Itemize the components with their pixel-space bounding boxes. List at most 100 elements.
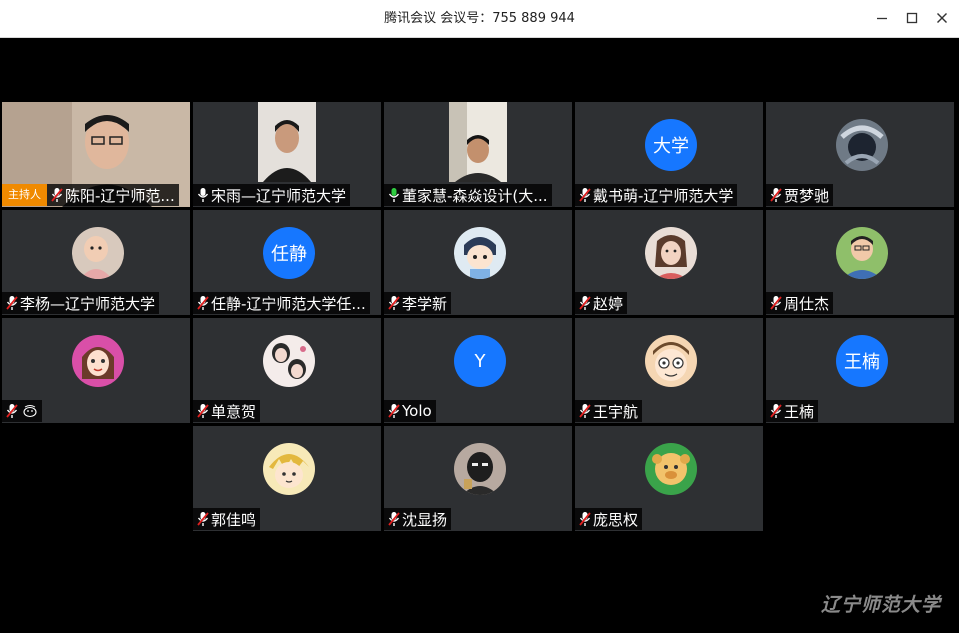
participant-tile[interactable]: 宋雨—辽宁师范大学	[193, 102, 381, 207]
avatar	[645, 335, 697, 387]
avatar: 任静	[263, 227, 315, 279]
participant-name: 郭佳鸣	[211, 510, 257, 529]
participant-name-bar: 王宇航	[575, 400, 643, 422]
maximize-icon[interactable]	[903, 9, 921, 27]
participant-name-bar	[2, 400, 42, 422]
participant-name: 李杨—辽宁师范大学	[20, 294, 156, 313]
mic-speaking-icon	[388, 188, 400, 202]
mic-muted-icon	[770, 296, 782, 310]
mic-muted-icon	[388, 512, 400, 526]
participant-tile[interactable]: 贾梦驰	[766, 102, 954, 207]
participant-tile[interactable]: 王宇航	[575, 318, 763, 423]
participant-name-bar: 庞思权	[575, 508, 643, 530]
participant-tile[interactable]: 沈显扬	[384, 426, 572, 531]
avatar	[263, 443, 315, 495]
video-gallery: 主持人 陈阳-辽宁师范... 宋雨—辽宁师范大学 董家慧-森焱设计(大... 大…	[2, 38, 957, 631]
participant-tile[interactable]: 王楠 王楠	[766, 318, 954, 423]
participant-tile[interactable]: 赵婷	[575, 210, 763, 315]
avatar-image	[263, 443, 315, 495]
participant-tile[interactable]: 郭佳鸣	[193, 426, 381, 531]
avatar-image	[645, 227, 697, 279]
host-badge: 主持人	[2, 184, 47, 206]
mic-muted-icon	[579, 404, 591, 418]
participant-name: 陈阳-辽宁师范...	[65, 186, 175, 205]
avatar	[645, 227, 697, 279]
participant-name: 戴书萌-辽宁师范大学	[593, 186, 734, 205]
mic-muted-icon	[770, 404, 782, 418]
participant-name: 庞思权	[593, 510, 639, 529]
participant-name-bar: 沈显扬	[384, 508, 452, 530]
participant-name: 单意贺	[211, 402, 257, 421]
participant-tile[interactable]: Y Yolo	[384, 318, 572, 423]
avatar	[72, 227, 124, 279]
mic-muted-icon	[6, 296, 18, 310]
participant-name: 王宇航	[593, 402, 639, 421]
mic-muted-icon	[770, 188, 782, 202]
title-bar: 腾讯会议 会议号：755 889 944	[0, 0, 959, 38]
avatar: 王楠	[836, 335, 888, 387]
avatar-image	[263, 335, 315, 387]
window-title: 腾讯会议 会议号：755 889 944	[384, 11, 575, 26]
participant-tile[interactable]: 周仕杰	[766, 210, 954, 315]
participant-name: 周仕杰	[784, 294, 830, 313]
participant-tile[interactable]: 大学 戴书萌-辽宁师范大学	[575, 102, 763, 207]
mic-muted-icon	[388, 296, 400, 310]
face-emoji-icon	[23, 405, 37, 418]
participant-name-bar: 郭佳鸣	[193, 508, 261, 530]
participant-name-bar: 李杨—辽宁师范大学	[2, 292, 160, 314]
participant-tile[interactable]: 李学新	[384, 210, 572, 315]
avatar: 大学	[645, 119, 697, 171]
mic-muted-icon	[579, 188, 591, 202]
participant-tile[interactable]: 任静 任静-辽宁师范大学任...	[193, 210, 381, 315]
mic-muted-icon	[579, 512, 591, 526]
participant-tile[interactable]: 庞思权	[575, 426, 763, 531]
mic-on-icon	[197, 188, 209, 202]
participant-name: 李学新	[402, 294, 448, 313]
avatar: Y	[454, 335, 506, 387]
mic-muted-icon	[197, 296, 209, 310]
person-video-image	[449, 102, 507, 182]
mic-muted-icon	[579, 296, 591, 310]
close-icon[interactable]	[933, 9, 951, 27]
participant-name: 贾梦驰	[784, 186, 830, 205]
participant-tile[interactable]: 董家慧-森焱设计(大...	[384, 102, 572, 207]
participant-name-bar: 贾梦驰	[766, 184, 834, 206]
participant-name-bar: Yolo	[384, 400, 436, 422]
avatar	[454, 443, 506, 495]
participant-name-bar: 王楠	[766, 400, 819, 422]
mic-muted-icon	[388, 404, 400, 418]
minimize-icon[interactable]	[873, 9, 891, 27]
participant-tile[interactable]	[2, 318, 190, 423]
avatar	[454, 227, 506, 279]
avatar-image	[454, 227, 506, 279]
participant-tile[interactable]: 李杨—辽宁师范大学	[2, 210, 190, 315]
avatar-image	[72, 335, 124, 387]
participant-name-bar: 董家慧-森焱设计(大...	[384, 184, 552, 206]
person-video-image	[258, 102, 316, 182]
avatar	[645, 443, 697, 495]
participant-name-bar: 李学新	[384, 292, 452, 314]
avatar	[836, 227, 888, 279]
participant-name: 任静-辽宁师范大学任...	[211, 294, 366, 313]
participant-name: 宋雨—辽宁师范大学	[211, 186, 347, 205]
avatar-image	[836, 119, 888, 171]
participant-name: Yolo	[402, 402, 432, 420]
avatar-image	[645, 335, 697, 387]
participant-name-bar: 主持人 陈阳-辽宁师范...	[2, 184, 179, 206]
participant-tile[interactable]: 单意贺	[193, 318, 381, 423]
video-feed	[449, 102, 507, 182]
avatar	[836, 119, 888, 171]
participant-name: 沈显扬	[402, 510, 448, 529]
avatar-image	[72, 227, 124, 279]
participant-tile[interactable]: 主持人 陈阳-辽宁师范...	[2, 102, 190, 207]
avatar	[72, 335, 124, 387]
watermark: 辽宁师范大学	[820, 594, 941, 616]
participant-name-bar: 任静-辽宁师范大学任...	[193, 292, 370, 314]
avatar-image	[454, 443, 506, 495]
participant-name: 王楠	[784, 402, 815, 421]
participant-name-bar: 单意贺	[193, 400, 261, 422]
avatar	[263, 335, 315, 387]
participant-name: 赵婷	[593, 294, 624, 313]
participant-name-bar: 赵婷	[575, 292, 628, 314]
video-feed	[258, 102, 316, 182]
